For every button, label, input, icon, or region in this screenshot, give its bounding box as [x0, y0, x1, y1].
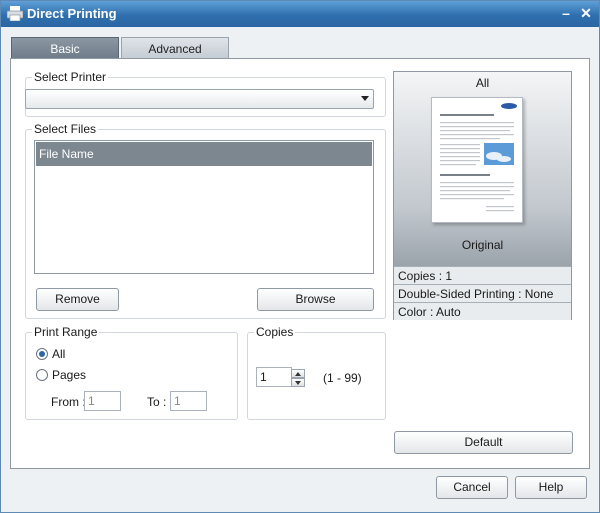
title-bar: Direct Printing – ✕ [1, 1, 599, 27]
preview-image-area: All Original [394, 72, 571, 266]
print-preview: All Original Copies: 1 Double-Sided Pri… [393, 71, 572, 320]
to-label: To : [147, 395, 167, 409]
cancel-button[interactable]: Cancel [436, 476, 508, 499]
pages-radio[interactable] [36, 369, 48, 381]
tab-advanced[interactable]: Advanced [121, 37, 229, 59]
copies-increment-button[interactable] [291, 369, 305, 378]
preview-title: All [475, 76, 490, 90]
window-title: Direct Printing [27, 6, 117, 21]
printer-select[interactable] [25, 89, 374, 109]
pages-radio-label: Pages [52, 368, 87, 382]
all-radio[interactable] [36, 348, 48, 360]
select-printer-label: Select Printer [32, 70, 109, 84]
file-list[interactable]: File Name [34, 140, 374, 274]
preview-copies-info: Copies : 1 [394, 266, 571, 284]
print-range-label: Print Range [32, 325, 100, 339]
chevron-down-icon[interactable] [361, 96, 369, 101]
tab-basic[interactable]: Basic [11, 37, 119, 59]
printer-icon [7, 6, 23, 21]
remove-button[interactable]: Remove [36, 288, 119, 311]
all-radio-label: All [52, 347, 66, 361]
from-input[interactable]: 1 [84, 391, 121, 411]
preview-duplex-info: Double-Sided Printing : None [394, 284, 571, 302]
from-label: From : [51, 395, 86, 409]
document-thumbnail [431, 97, 523, 223]
direct-printing-window: Direct Printing – ✕ Basic Advanced Selec… [0, 0, 600, 513]
copies-range-label: (1 - 99) [323, 371, 362, 385]
to-input[interactable]: 1 [170, 391, 207, 411]
minimize-button[interactable]: – [557, 4, 575, 22]
file-name-column-header[interactable]: File Name [36, 142, 372, 166]
copies-input[interactable]: 1 [256, 367, 292, 387]
copies-decrement-button[interactable] [291, 378, 305, 387]
document-thumbnail-icon [440, 103, 517, 212]
default-button[interactable]: Default [394, 431, 573, 454]
preview-color-info: Color : Auto [394, 302, 571, 320]
select-files-label: Select Files [32, 122, 99, 136]
close-button[interactable]: ✕ [577, 4, 595, 22]
preview-caption: Original [461, 238, 504, 252]
browse-button[interactable]: Browse [257, 288, 374, 311]
help-button[interactable]: Help [515, 476, 587, 499]
copies-label: Copies [254, 325, 296, 339]
